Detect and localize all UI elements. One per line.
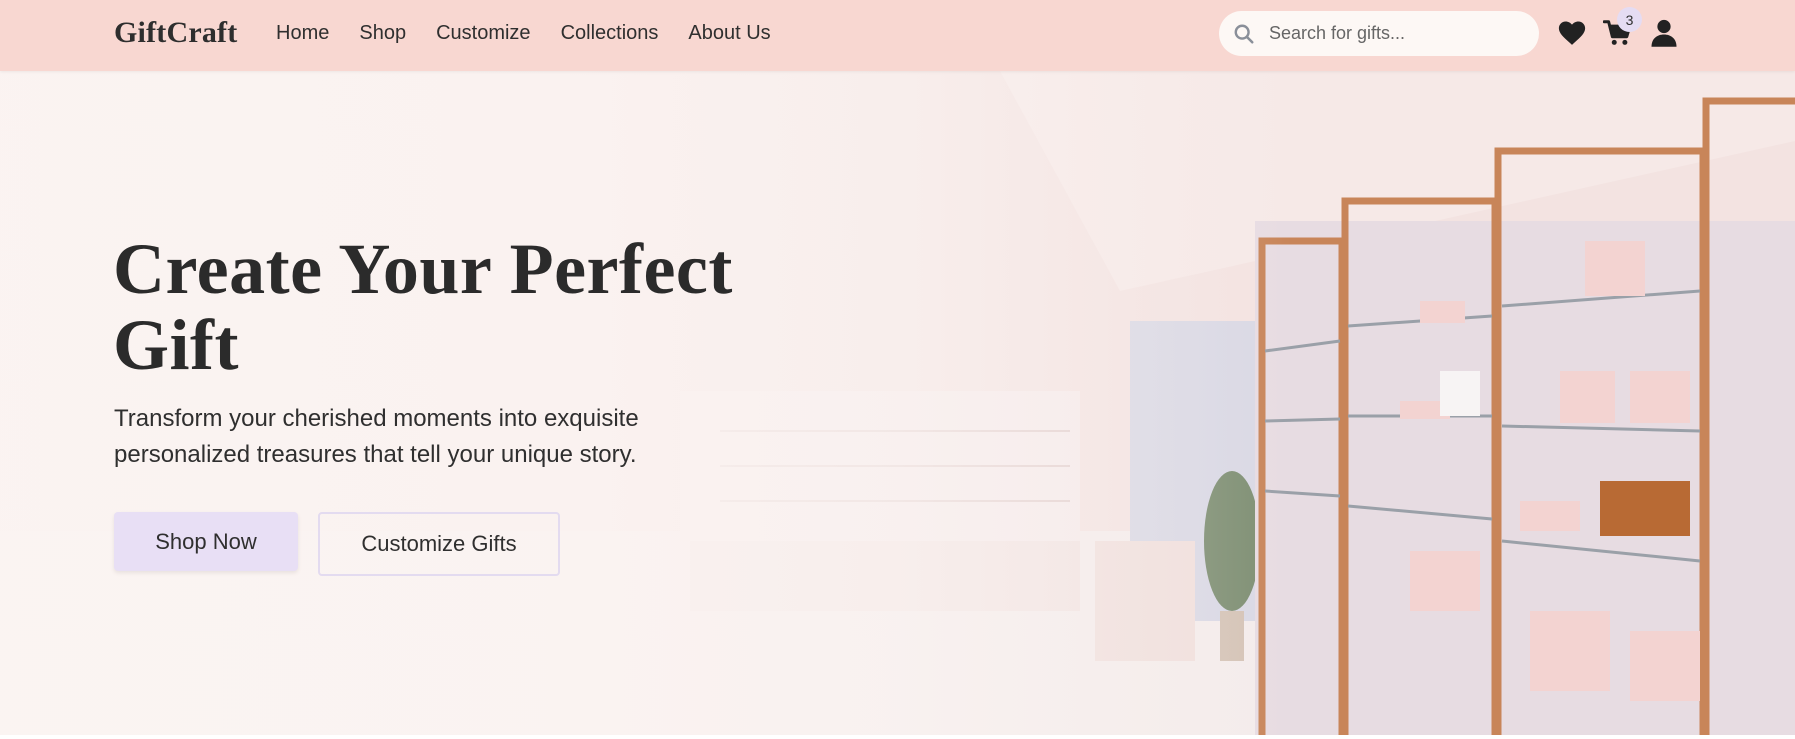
hero-title-line1: Create Your Perfect xyxy=(113,229,733,309)
brand-logo[interactable]: GiftCraft xyxy=(114,16,237,50)
main-nav: Home Shop Customize Collections About Us xyxy=(276,22,801,45)
customize-gifts-button[interactable]: Customize Gifts xyxy=(318,512,560,576)
nav-item-collections[interactable]: Collections xyxy=(561,22,659,45)
shop-now-label: Shop Now xyxy=(155,528,257,554)
nav-item-customize[interactable]: Customize xyxy=(436,22,530,45)
nav-item-shop[interactable]: Shop xyxy=(359,22,406,45)
search-bar[interactable] xyxy=(1219,11,1539,56)
hero-subtitle-line1: Transform your cherished moments into ex… xyxy=(114,405,639,432)
search-input[interactable] xyxy=(1269,17,1524,49)
cart-count-badge: 3 xyxy=(1617,7,1642,32)
user-icon[interactable] xyxy=(1649,18,1679,48)
hero-title-line2: Gift xyxy=(113,305,239,385)
shop-now-button[interactable]: Shop Now xyxy=(114,512,298,571)
nav-item-about-us[interactable]: About Us xyxy=(688,22,770,45)
customize-gifts-label: Customize Gifts xyxy=(361,531,517,556)
hero-section: Create Your Perfect Gift Transform your … xyxy=(0,71,1795,735)
top-navbar: GiftCraft Home Shop Customize Collection… xyxy=(0,0,1795,71)
heart-icon[interactable] xyxy=(1557,18,1587,48)
hero-subtitle-line2: personalized treasures that tell your un… xyxy=(114,441,637,468)
search-icon[interactable] xyxy=(1233,23,1255,45)
nav-item-home[interactable]: Home xyxy=(276,22,329,45)
hero-subtitle: Transform your cherished moments into ex… xyxy=(114,401,714,473)
hero-title: Create Your Perfect Gift xyxy=(113,231,833,383)
